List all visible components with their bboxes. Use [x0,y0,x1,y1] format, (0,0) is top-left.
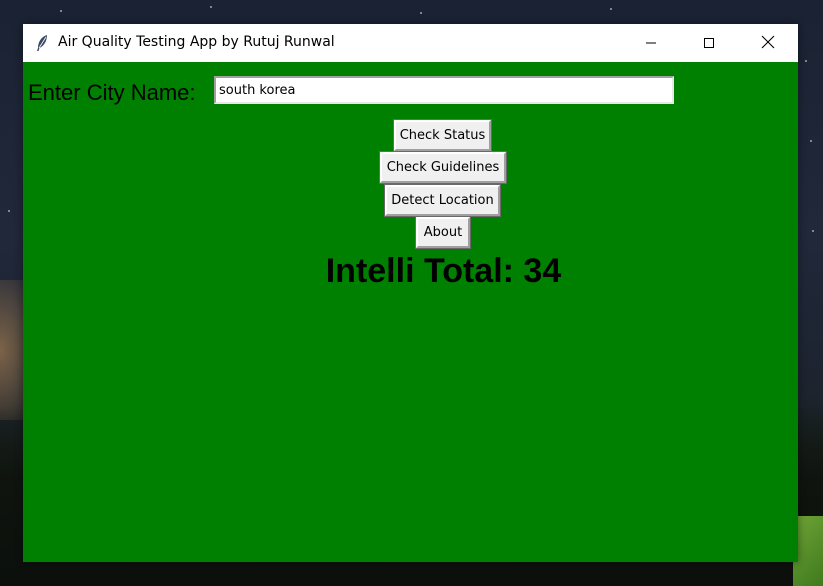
title-bar[interactable]: Air Quality Testing App by Rutuj Runwal [23,24,798,62]
star [810,140,812,142]
minimize-icon [645,34,657,53]
star [420,12,422,14]
feather-icon [35,34,49,52]
star [210,6,212,8]
app-window: Air Quality Testing App by Rutuj Runwal … [23,24,798,562]
intelli-total-result: Intelli Total: 34 [325,252,562,290]
close-icon [761,34,775,53]
window-title: Air Quality Testing App by Rutuj Runwal [58,34,335,50]
close-button[interactable] [739,24,797,62]
check-status-button[interactable]: Check Status [393,119,492,152]
star [805,60,807,62]
about-button[interactable]: About [415,216,471,249]
maximize-button[interactable] [680,24,738,62]
star [8,210,10,212]
star [60,10,62,12]
minimize-button[interactable] [622,24,680,62]
star [610,8,612,10]
star [812,230,814,232]
city-name-input[interactable] [214,76,674,104]
check-guidelines-button[interactable]: Check Guidelines [379,151,507,184]
city-name-label: Enter City Name: [28,80,196,105]
app-content: Enter City Name: Check Status Check Guid… [23,62,798,562]
detect-location-button[interactable]: Detect Location [384,184,501,217]
maximize-icon [703,34,715,53]
